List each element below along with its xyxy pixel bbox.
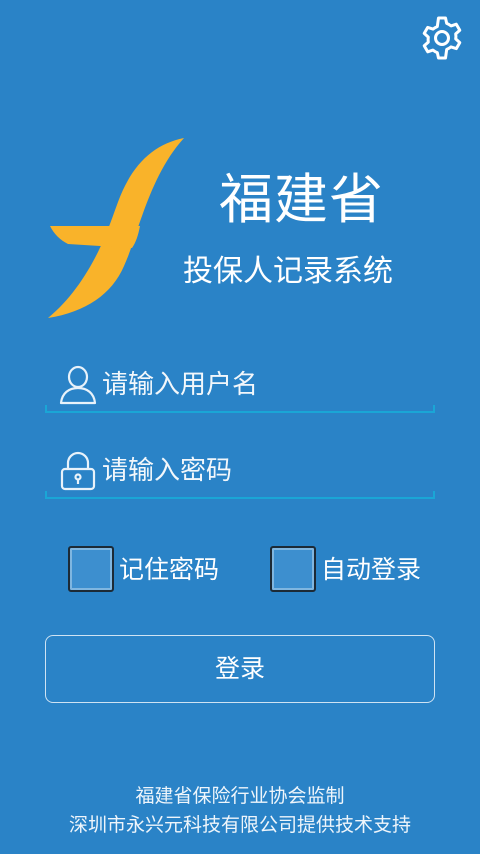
brand-logo — [46, 136, 188, 320]
remember-password-label: 记住密码 — [119, 555, 220, 584]
settings-button[interactable] — [418, 14, 466, 62]
footer-tech-support: 深圳市永兴元科技有限公司提供技术支持 — [68, 814, 411, 836]
app-title: 福建省 — [219, 168, 384, 231]
app-subtitle: 投保人记录系统 — [183, 254, 393, 289]
footer-supervisor: 福建省保险行业协会监制 — [135, 785, 345, 807]
username-field[interactable]: 请输入用户名 — [45, 357, 435, 413]
password-field[interactable]: 请输入密码 — [45, 443, 435, 499]
brand-f-logo-icon — [48, 138, 184, 318]
gear-icon — [422, 16, 462, 60]
user-icon — [59, 365, 97, 405]
remember-password-checkbox[interactable]: 记住密码 — [68, 546, 228, 594]
auto-login-box[interactable] — [270, 546, 316, 592]
auto-login-label: 自动登录 — [321, 555, 422, 584]
lock-icon — [59, 451, 97, 491]
remember-password-box[interactable] — [68, 546, 114, 592]
auto-login-checkbox[interactable]: 自动登录 — [270, 546, 430, 594]
password-placeholder: 请输入密码 — [102, 456, 233, 486]
username-placeholder: 请输入用户名 — [102, 370, 259, 400]
login-button[interactable]: 登录 — [45, 635, 435, 703]
